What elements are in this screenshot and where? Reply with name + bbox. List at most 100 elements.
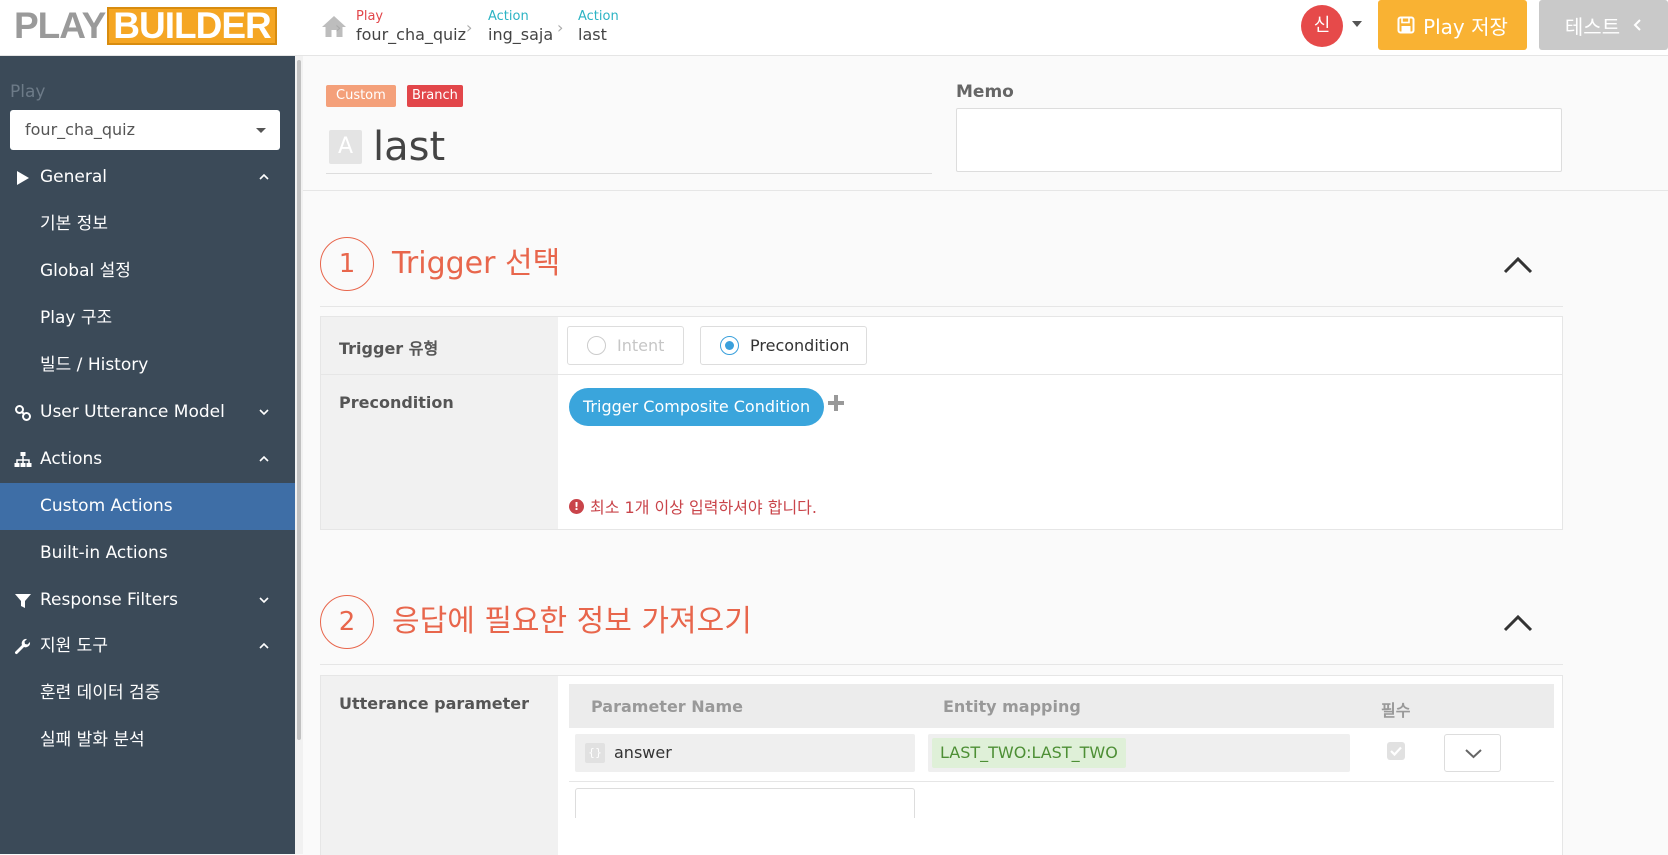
section-title: 응답에 필요한 정보 가져오기 — [392, 604, 752, 639]
parameter-name-input[interactable]: {} answer — [575, 734, 915, 772]
chevron-down-icon — [259, 409, 269, 416]
floppy-disk-icon — [1397, 16, 1415, 34]
parameter-name-value: answer — [614, 743, 672, 762]
radio-selected-icon — [720, 336, 739, 355]
collapse-chevron-up-icon[interactable] — [1503, 255, 1533, 275]
sidebar-group-label: General — [40, 167, 107, 187]
play-save-button[interactable]: Play 저장 — [1378, 0, 1527, 50]
play-select-value: four_cha_quiz — [25, 120, 136, 139]
sidebar-item-label: 실패 발화 분석 — [40, 730, 145, 750]
precondition-label: Precondition — [339, 393, 454, 412]
add-condition-plus-icon[interactable] — [825, 392, 847, 414]
sidebar-item-label: 빌드 / History — [40, 355, 149, 375]
sidebar-item-build-history[interactable]: 빌드 / History — [0, 342, 295, 389]
exclamation-icon: ! — [569, 498, 584, 514]
breadcrumb-play[interactable]: Play four_cha_quiz — [356, 8, 466, 43]
home-icon[interactable] — [321, 14, 347, 38]
radio-icon — [587, 336, 606, 355]
sidebar-group-label: User Utterance Model — [40, 402, 225, 422]
warning-text: 최소 1개 이상 입력하셔야 합니다. — [590, 498, 817, 517]
section-fetch-info-header: 2 응답에 필요한 정보 가져오기 — [320, 595, 1563, 665]
memo-field[interactable] — [956, 108, 1562, 172]
sidebar-item-label: 훈련 데이터 검증 — [40, 683, 161, 703]
trigger-option-label: Precondition — [750, 336, 850, 355]
top-bar: PLAY BUILDER › Play four_cha_quiz › Acti… — [0, 0, 1668, 56]
sidebar-item-play-structure[interactable]: Play 구조 — [0, 295, 295, 342]
chevron-down-icon — [256, 128, 266, 133]
tag-custom: Custom — [326, 85, 396, 107]
breadcrumb-kind: Action — [578, 9, 619, 24]
sidebar-item-built-in-actions[interactable]: Built-in Actions — [0, 530, 295, 577]
sidebar-item-label: Custom Actions — [40, 496, 173, 516]
row-divider — [569, 781, 1554, 782]
sidebar-group-user-utterance-model[interactable]: User Utterance Model — [0, 389, 295, 436]
entity-mapping-input[interactable]: LAST_TWO:LAST_TWO — [928, 734, 1350, 772]
braces-icon: {} — [585, 743, 605, 763]
chevron-up-icon — [259, 455, 269, 462]
test-label: 테스트 — [1564, 14, 1621, 39]
sidebar-item-failed-utterance-analysis[interactable]: 실패 발화 분석 — [0, 717, 295, 764]
sidebar-group-support-tools[interactable]: 지원 도구 — [0, 623, 295, 670]
breadcrumb-action-ing-saja[interactable]: Action ing_saja — [488, 8, 553, 43]
trigger-type-label: Trigger 유형 — [339, 339, 439, 358]
chevron-down-icon — [1465, 749, 1482, 759]
collapse-chevron-up-icon[interactable] — [1503, 613, 1533, 633]
entity-mapping-tag[interactable]: LAST_TWO:LAST_TWO — [932, 738, 1126, 768]
section-number: 2 — [320, 595, 374, 649]
row-options-dropdown-button[interactable] — [1444, 734, 1501, 772]
chevron-up-icon — [259, 173, 269, 180]
sidebar-item-custom-actions[interactable]: Custom Actions — [0, 483, 295, 530]
sidebar-item-basic-info[interactable]: 기본 정보 — [0, 201, 295, 248]
breadcrumb-separator-icon: › — [557, 18, 564, 37]
play-save-label: Play 저장 — [1423, 14, 1508, 39]
user-avatar[interactable]: 신 — [1301, 5, 1343, 47]
filter-icon — [15, 594, 31, 608]
test-button[interactable]: 테스트 — [1539, 0, 1668, 50]
column-header-required: 필수 — [1381, 701, 1411, 720]
sidebar-item-label: Global 설정 — [40, 261, 131, 281]
action-name-badge: A — [329, 130, 362, 164]
tag-branch: Branch — [407, 85, 463, 107]
breadcrumb-kind: Play — [356, 9, 384, 24]
logo-text-play: PLAY — [14, 5, 106, 46]
breadcrumb-value: four_cha_quiz — [356, 25, 467, 44]
trigger-option-precondition[interactable]: Precondition — [700, 326, 867, 365]
action-name-field[interactable]: A last — [326, 120, 932, 174]
main-content: Custom Branch A last Memo 1 Trigger 선택 T… — [303, 56, 1668, 855]
play-triangle-icon — [17, 171, 29, 185]
utterance-parameter-label: Utterance parameter — [339, 694, 529, 713]
trigger-composite-condition-button[interactable]: Trigger Composite Condition — [569, 388, 825, 426]
trigger-type-row: Trigger 유형 Intent Precondition — [321, 317, 1562, 375]
trigger-option-intent[interactable]: Intent — [567, 326, 684, 365]
sidebar: Play four_cha_quiz General 기본 정보 Global … — [0, 56, 303, 854]
utterance-parameter-panel: Utterance parameter Parameter Name Entit… — [320, 675, 1563, 855]
user-menu-caret-icon[interactable] — [1352, 21, 1362, 27]
sidebar-scrollbar-thumb[interactable] — [297, 60, 301, 740]
sitemap-icon — [14, 452, 32, 467]
action-header: Custom Branch A last Memo — [303, 56, 1668, 191]
sidebar-item-label: Built-in Actions — [40, 543, 168, 563]
action-name: last — [373, 124, 446, 170]
sidebar-item-global-settings[interactable]: Global 설정 — [0, 248, 295, 295]
breadcrumb-value: ing_saja — [488, 25, 554, 44]
column-header-parameter-name: Parameter Name — [591, 697, 743, 716]
play-select[interactable]: four_cha_quiz — [10, 110, 280, 150]
wrench-icon — [14, 638, 31, 655]
sidebar-group-actions[interactable]: Actions — [0, 436, 295, 483]
new-parameter-input[interactable] — [575, 788, 915, 818]
breadcrumb-kind: Action — [488, 9, 529, 24]
sidebar-group-general[interactable]: General — [0, 154, 295, 201]
required-checkbox[interactable] — [1387, 742, 1405, 760]
breadcrumb-value: last — [578, 25, 607, 44]
sidebar-group-response-filters[interactable]: Response Filters — [0, 577, 295, 624]
logo-text-builder: BUILDER — [107, 7, 277, 45]
memo-label: Memo — [956, 82, 1014, 102]
column-header-entity-mapping: Entity mapping — [943, 697, 1081, 716]
sidebar-item-training-data-validation[interactable]: 훈련 데이터 검증 — [0, 670, 295, 717]
sidebar-item-label: 기본 정보 — [40, 214, 108, 234]
sidebar-group-label: Response Filters — [40, 590, 179, 610]
breadcrumb-action-last[interactable]: Action last — [578, 8, 619, 43]
app-logo[interactable]: PLAY BUILDER — [14, 7, 277, 45]
link-icon — [15, 405, 31, 421]
sidebar-group-label: Actions — [40, 449, 103, 469]
